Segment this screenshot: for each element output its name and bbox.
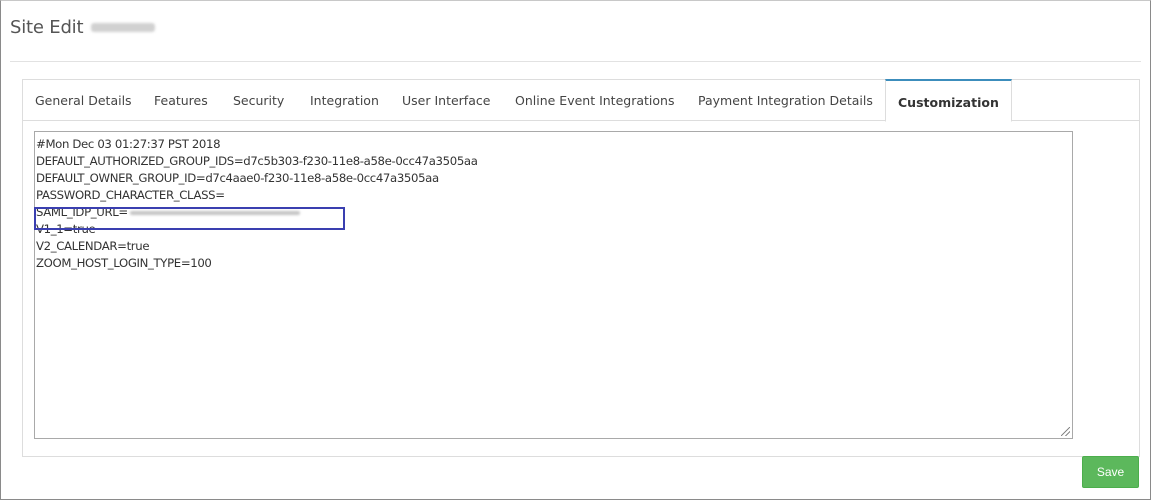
- resize-grip-icon[interactable]: [1061, 427, 1070, 436]
- tab-user-interface[interactable]: User Interface: [402, 80, 490, 121]
- tab-general-details[interactable]: General Details: [35, 80, 132, 121]
- redacted-site-name: [91, 23, 156, 32]
- editor-line: DEFAULT_OWNER_GROUP_ID=d7c4aae0-f230-11e…: [36, 171, 439, 185]
- save-button[interactable]: Save: [1082, 456, 1139, 488]
- page-title-text: Site Edit: [10, 17, 84, 38]
- editor-line: PASSWORD_CHARACTER_CLASS=: [36, 188, 225, 202]
- tab-customization[interactable]: Customization: [885, 79, 1012, 122]
- tab-online-event-integrations[interactable]: Online Event Integrations: [515, 80, 674, 121]
- tab-bar: General Details Features Security Integr…: [23, 79, 1139, 122]
- editor-line: ZOOM_HOST_LOGIN_TYPE=100: [36, 256, 212, 270]
- tab-integration[interactable]: Integration: [310, 80, 379, 121]
- tab-payment-integration-details[interactable]: Payment Integration Details: [698, 80, 873, 121]
- page-title: Site Edit: [10, 17, 156, 38]
- editor-line: V2_CALENDAR=true: [36, 239, 150, 253]
- title-divider: [10, 61, 1141, 62]
- saml-url-highlight: [34, 207, 345, 230]
- editor-line: #Mon Dec 03 01:27:37 PST 2018: [36, 137, 221, 151]
- editor-line: DEFAULT_AUTHORIZED_GROUP_IDS=d7c5b303-f2…: [36, 154, 478, 168]
- tab-features[interactable]: Features: [154, 80, 208, 121]
- tab-security[interactable]: Security: [233, 80, 284, 121]
- customization-textarea[interactable]: #Mon Dec 03 01:27:37 PST 2018 DEFAULT_AU…: [34, 131, 1073, 439]
